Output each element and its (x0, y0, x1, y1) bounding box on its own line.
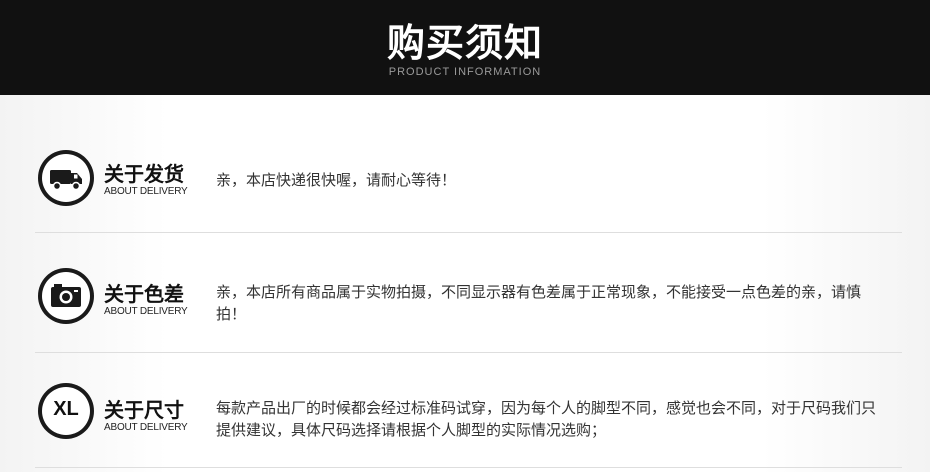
header-banner: 购买须知 PRODUCT INFORMATION (0, 0, 930, 95)
truck-icon (38, 150, 94, 206)
divider (35, 232, 902, 233)
page-subtitle: PRODUCT INFORMATION (388, 66, 542, 78)
page-title: 购买须知 (386, 21, 543, 65)
section-title: 关于色差 (104, 282, 184, 306)
section-text: 亲，本店快递很快喔，请耐心等待！ (216, 171, 457, 189)
info-panel: 关于发货 ABOUT DELIVERY 亲，本店快递很快喔，请耐心等待！ 关于色… (0, 95, 930, 472)
section-text: 每款产品出厂的时候都会经过标准码试穿，因为每个人的脚型不同，感觉也会不同，对于尺… (216, 399, 877, 439)
section-subtitle: ABOUT DELIVERY (104, 186, 188, 197)
section-subtitle: ABOUT DELIVERY (104, 306, 188, 317)
camera-icon (38, 268, 94, 324)
section-title: 关于发货 (104, 162, 184, 186)
section-title: 关于尺寸 (104, 398, 184, 422)
divider (35, 467, 902, 468)
size-xl-label: XL (53, 398, 79, 420)
divider (35, 352, 902, 353)
size-xl-icon: XL (38, 383, 94, 439)
section-subtitle: ABOUT DELIVERY (104, 422, 188, 433)
section-text: 亲，本店所有商品属于实物拍摄，不同显示器有色差属于正常现象，不能接受一点色差的亲… (216, 283, 862, 323)
